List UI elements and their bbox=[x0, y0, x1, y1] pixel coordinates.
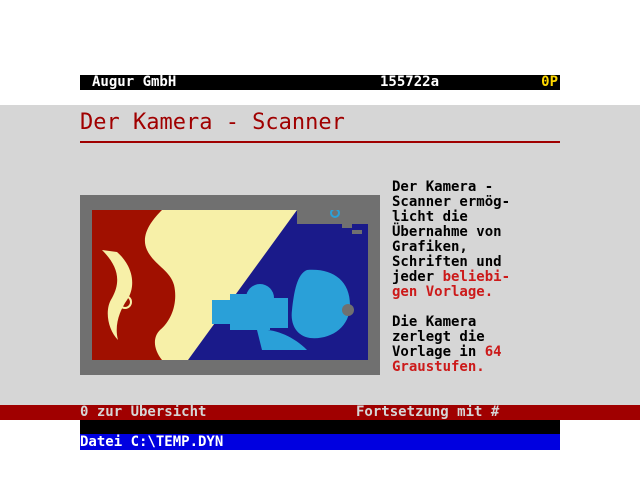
description-line: Grafiken, bbox=[392, 239, 468, 255]
content-area: Der Kamera - Scanner Der Kamera - Scanne… bbox=[0, 105, 640, 405]
status-bar: Datei C:\TEMP.DYN bbox=[80, 434, 560, 450]
page-flag: 0P bbox=[541, 74, 558, 90]
description-line: Vorlage in bbox=[392, 344, 485, 360]
overview-link[interactable]: 0 zur Übersicht bbox=[80, 405, 206, 420]
page-title: Der Kamera - Scanner bbox=[80, 110, 345, 135]
description-highlight: gen Vorlage. bbox=[392, 284, 494, 300]
description-line: jeder bbox=[392, 269, 443, 285]
description-line: Scanner ermög- bbox=[392, 194, 511, 210]
navigation-bar: 0 zur Übersicht Fortsetzung mit # bbox=[0, 405, 640, 420]
page-number: 155722a bbox=[380, 74, 440, 90]
header-bar: Augur GmbH 155722a 0P bbox=[80, 75, 560, 90]
description-line: zerlegt die bbox=[392, 329, 485, 345]
separator-bar bbox=[80, 420, 560, 434]
description-line: Die Kamera bbox=[392, 314, 477, 330]
description-highlight: Graustufen. bbox=[392, 359, 485, 375]
continue-link[interactable]: Fortsetzung mit # bbox=[356, 405, 499, 420]
description-line: Schriften und bbox=[392, 254, 502, 270]
provider-name: Augur GmbH bbox=[92, 74, 177, 90]
title-divider bbox=[80, 141, 560, 143]
description-line: licht die bbox=[392, 209, 468, 225]
description-text: Der Kamera - Scanner ermög- licht die Üb… bbox=[392, 180, 572, 375]
illustration-frame bbox=[80, 195, 380, 375]
camera-scanner-illustration bbox=[92, 210, 368, 360]
description-highlight: 64 bbox=[484, 344, 502, 360]
description-highlight: beliebi- bbox=[442, 269, 511, 285]
description-line: Übernahme von bbox=[392, 224, 502, 240]
status-text: Datei C:\TEMP.DYN bbox=[80, 434, 224, 450]
description-line: Der Kamera - bbox=[392, 179, 494, 195]
